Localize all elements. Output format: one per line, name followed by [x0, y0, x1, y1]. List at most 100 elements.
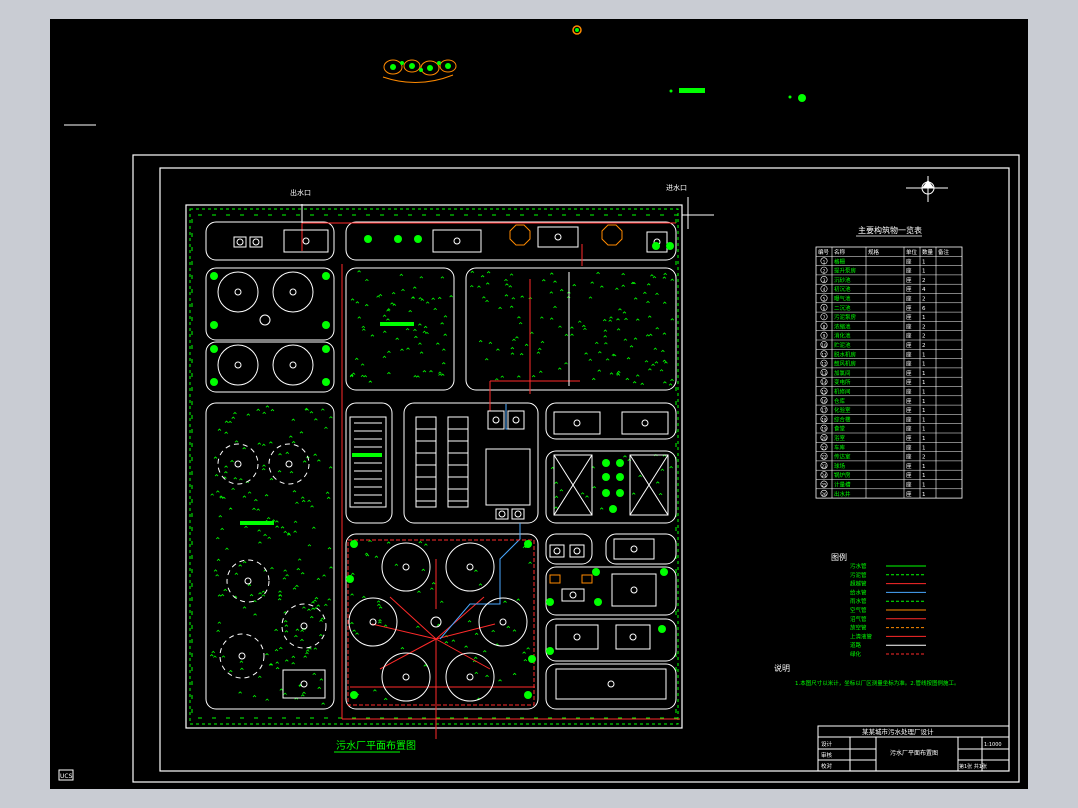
tree — [629, 345, 634, 348]
tree — [362, 328, 366, 331]
tree — [305, 651, 309, 655]
table-header-cell: 规格 — [868, 248, 880, 256]
tree — [216, 490, 220, 493]
table-cell: 2 — [922, 297, 926, 303]
tree — [570, 333, 574, 336]
shrub — [210, 272, 218, 280]
tree — [233, 477, 238, 480]
building — [537, 226, 579, 248]
table-cell: 座 — [906, 257, 912, 265]
tree — [239, 660, 244, 663]
tree — [485, 674, 489, 678]
table-cell: 13 — [821, 371, 827, 376]
tree — [365, 553, 370, 557]
tree — [658, 492, 663, 496]
tree — [603, 335, 607, 338]
tree — [652, 275, 657, 279]
table-cell: 初沉池 — [834, 285, 851, 293]
tree — [321, 702, 325, 705]
tree — [669, 465, 673, 469]
tree — [400, 646, 405, 650]
table-cell: 浴室 — [834, 434, 846, 442]
tree — [585, 495, 589, 498]
table-cell: 26 — [821, 492, 827, 497]
legend-item-label: 空气管 — [850, 606, 867, 614]
tree — [517, 375, 521, 378]
tree — [608, 319, 612, 322]
building — [555, 624, 599, 650]
shrub — [322, 321, 330, 329]
tree — [328, 466, 333, 469]
tree — [622, 311, 627, 314]
tank — [219, 633, 265, 679]
tree — [295, 628, 300, 631]
tree — [401, 288, 405, 292]
tree — [263, 533, 267, 537]
model-space-fragments — [64, 25, 806, 126]
tank-center — [238, 652, 246, 660]
tree — [308, 647, 312, 650]
tree — [440, 322, 444, 325]
shrub — [524, 540, 532, 548]
building-tag — [553, 547, 561, 555]
tree — [257, 675, 262, 678]
shrub — [609, 505, 617, 513]
tree — [275, 661, 280, 664]
table-cell: 16 — [821, 399, 827, 404]
tree — [277, 469, 282, 473]
tree — [228, 507, 233, 510]
tree — [319, 619, 323, 622]
tree — [405, 327, 410, 331]
building-tag — [573, 547, 581, 555]
tree — [223, 588, 228, 592]
tree — [390, 302, 394, 305]
notes-title: 说明 — [774, 663, 790, 673]
tank-center — [499, 618, 507, 626]
table-cell: 食堂 — [834, 425, 846, 433]
table-cell: 2 — [823, 269, 826, 274]
tree — [417, 590, 421, 593]
tree — [292, 489, 297, 493]
tree — [309, 615, 314, 619]
tree — [482, 296, 486, 299]
tree — [474, 569, 478, 572]
table-cell: 座 — [906, 415, 912, 423]
shrub — [660, 568, 668, 576]
tree — [284, 659, 289, 662]
tree — [631, 492, 636, 495]
table-cell: 18 — [821, 417, 827, 422]
table-cell: 25 — [821, 483, 827, 488]
tree — [234, 572, 239, 575]
table-cell: 座 — [906, 285, 912, 293]
tree — [537, 347, 542, 351]
tree — [540, 316, 544, 319]
tree — [313, 647, 318, 650]
cad-viewport[interactable]: 污水厂平面布置图 出水口 进水口 主要构筑物一览表 编号 名称 规格 单位 数量 备注 1 格… — [50, 19, 1028, 789]
table-cell: 1 — [922, 259, 926, 265]
tree — [644, 360, 649, 363]
building — [553, 411, 601, 435]
tree — [231, 416, 236, 419]
shrub — [602, 473, 610, 481]
tree — [300, 496, 305, 499]
table-cell: 贮泥池 — [834, 341, 851, 349]
building-tag — [514, 510, 522, 518]
tree — [557, 367, 562, 370]
tree — [242, 446, 246, 450]
tree — [469, 284, 474, 288]
tree — [510, 346, 515, 350]
tree — [258, 541, 262, 544]
tree — [624, 317, 628, 321]
tree — [643, 291, 647, 294]
tree — [600, 285, 604, 288]
tank-center — [402, 563, 410, 571]
tree — [661, 349, 665, 353]
shrub — [394, 235, 402, 243]
tree — [604, 342, 608, 345]
tree — [368, 380, 373, 383]
pipe-red — [379, 638, 437, 670]
tree — [264, 494, 269, 497]
shrub — [546, 598, 554, 606]
tree — [431, 297, 435, 300]
north-arrow-icon — [906, 176, 948, 202]
